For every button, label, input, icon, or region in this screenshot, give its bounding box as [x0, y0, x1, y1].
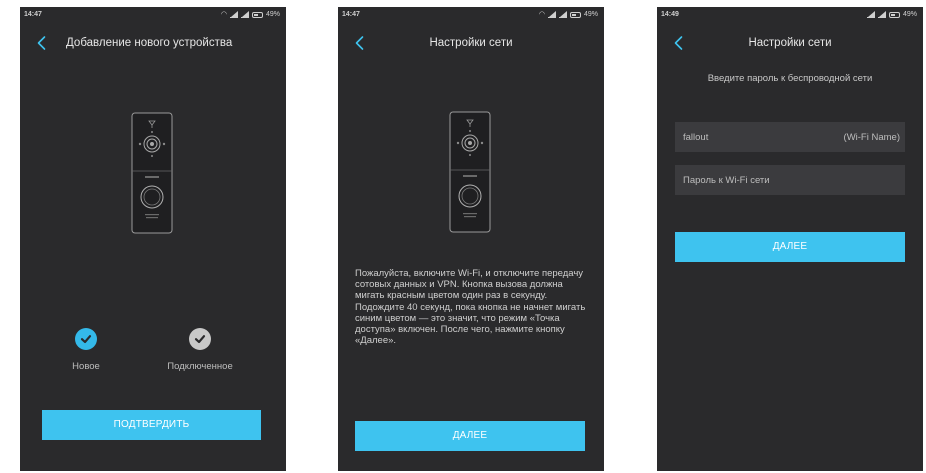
battery-percent: 49%: [902, 11, 917, 18]
option-label: Новое: [72, 361, 100, 372]
header: Добавление нового устройства: [20, 31, 286, 57]
status-icons: 49%: [866, 10, 917, 18]
cell-signal-icon: [229, 10, 238, 18]
option-new-device[interactable]: Новое: [60, 328, 112, 372]
screen-add-device: 14:47 ◠ 49% Добавление нового устройства…: [20, 7, 286, 471]
page-title: Настройки сети: [748, 37, 832, 49]
battery-percent: 49%: [265, 11, 280, 18]
status-bar: 14:49 49%: [657, 7, 923, 25]
next-button[interactable]: ДАЛЕЕ: [355, 421, 585, 451]
screen-network-instructions: 14:47 ◠ 49% Настройки сети Пожалуйста, в…: [338, 7, 604, 471]
status-icons: ◠ 49%: [538, 10, 598, 18]
wifi-signal-icon: ◠: [220, 11, 227, 18]
status-time: 14:47: [24, 11, 42, 18]
header: Настройки сети: [657, 31, 923, 57]
header: Настройки сети: [338, 31, 604, 57]
doorbell-illustration: [130, 111, 174, 235]
wifi-password-field[interactable]: Пароль к Wi-Fi сети: [675, 165, 905, 195]
wifi-name-suffix: (Wi-Fi Name): [843, 132, 900, 143]
cell-signal-icon: [547, 10, 556, 18]
status-time: 14:49: [661, 11, 679, 18]
option-connected-device[interactable]: Подключенное: [160, 328, 240, 372]
status-bar: 14:47 ◠ 49%: [338, 7, 604, 25]
next-button[interactable]: ДАЛЕЕ: [675, 232, 905, 262]
battery-percent: 49%: [583, 11, 598, 18]
battery-icon: [569, 11, 581, 18]
password-placeholder: Пароль к Wi-Fi сети: [683, 175, 770, 186]
status-bar: 14:47 ◠ 49%: [20, 7, 286, 25]
battery-icon: [251, 11, 263, 18]
cell-signal-icon: [866, 10, 875, 18]
status-time: 14:47: [342, 11, 360, 18]
battery-icon: [888, 11, 900, 18]
check-circle-icon: [75, 328, 97, 350]
check-circle-icon: [189, 328, 211, 350]
instructions-text: Пожалуйста, включите Wi-Fi, и отключите …: [355, 268, 586, 347]
cell-signal-icon-2: [558, 10, 567, 18]
wifi-name-value: fallout: [683, 132, 709, 143]
confirm-button[interactable]: ПОДТВЕРДИТЬ: [42, 410, 261, 440]
page-title: Добавление нового устройства: [66, 37, 233, 49]
wifi-signal-icon: ◠: [538, 11, 545, 18]
cell-signal-icon-2: [877, 10, 886, 18]
cell-signal-icon-2: [240, 10, 249, 18]
page-title: Настройки сети: [429, 37, 513, 49]
subtitle: Введите пароль к беспроводной сети: [707, 73, 873, 84]
status-icons: ◠ 49%: [220, 10, 280, 18]
option-label: Подключенное: [167, 361, 233, 372]
wifi-name-field[interactable]: fallout (Wi-Fi Name): [675, 122, 905, 152]
doorbell-illustration: [448, 110, 492, 234]
screen-wifi-password: 14:49 49% Настройки сети Введите пароль …: [657, 7, 923, 471]
